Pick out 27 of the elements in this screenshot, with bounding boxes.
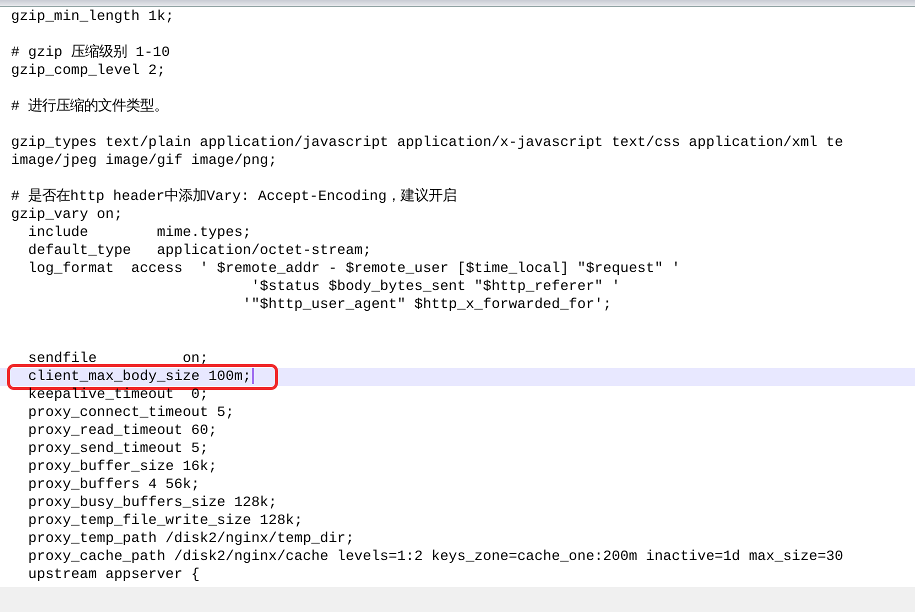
code-line: gzip_vary on; — [10, 206, 124, 224]
code-line: proxy_read_timeout 60; — [27, 422, 218, 440]
code-line: upstream appserver { — [27, 566, 201, 584]
code-line: proxy_send_timeout 5; — [27, 440, 210, 458]
code-line: log_format access ' $remote_addr - $remote_user [$time_local] "$request" ' — [27, 260, 682, 278]
code-line: proxy_connect_timeout 5; — [27, 404, 236, 422]
code-line: proxy_cache_path /disk2/nginx/cache levels=1:2 keys_zone=cache_one:200m inactive=1d max_size=30 — [27, 548, 844, 566]
text-caret — [252, 368, 254, 384]
code-line: gzip_min_length 1k; — [10, 8, 176, 26]
code-line: proxy_temp_file_write_size 128k; — [27, 512, 304, 530]
code-line: # gzip 压缩级别 1-10 — [10, 44, 171, 62]
code-line: proxy_buffers 4 56k; — [27, 476, 201, 494]
code-line: '$status $body_bytes_sent "$http_referer" ' — [250, 278, 622, 296]
code-line: proxy_busy_buffers_size 128k; — [27, 494, 278, 512]
code-line: '"$http_user_agent" $http_x_forwarded_for'; — [242, 296, 613, 314]
code-line: keepalive_timeout 0; — [27, 386, 210, 404]
code-line: # 是否在http header中添加Vary: Accept-Encoding，建议开启 — [10, 188, 458, 206]
code-line: default_type application/octet-stream; — [27, 242, 372, 260]
code-line: client_max_body_size 100m; — [11, 368, 274, 386]
code-line: proxy_buffer_size 16k; — [27, 458, 218, 476]
code-line: image/jpeg image/gif image/png; — [10, 152, 278, 170]
code-line: gzip_types text/plain application/javascript application/x-javascript text/css application/xml te — [10, 134, 844, 152]
code-line: proxy_temp_path /disk2/nginx/temp_dir; — [27, 530, 356, 548]
code-line: include mime.types; — [27, 224, 252, 242]
code-line: gzip_comp_level 2; — [10, 62, 166, 80]
code-line: sendfile on; — [27, 350, 210, 368]
code-line: # 进行压缩的文件类型。 — [10, 98, 170, 116]
